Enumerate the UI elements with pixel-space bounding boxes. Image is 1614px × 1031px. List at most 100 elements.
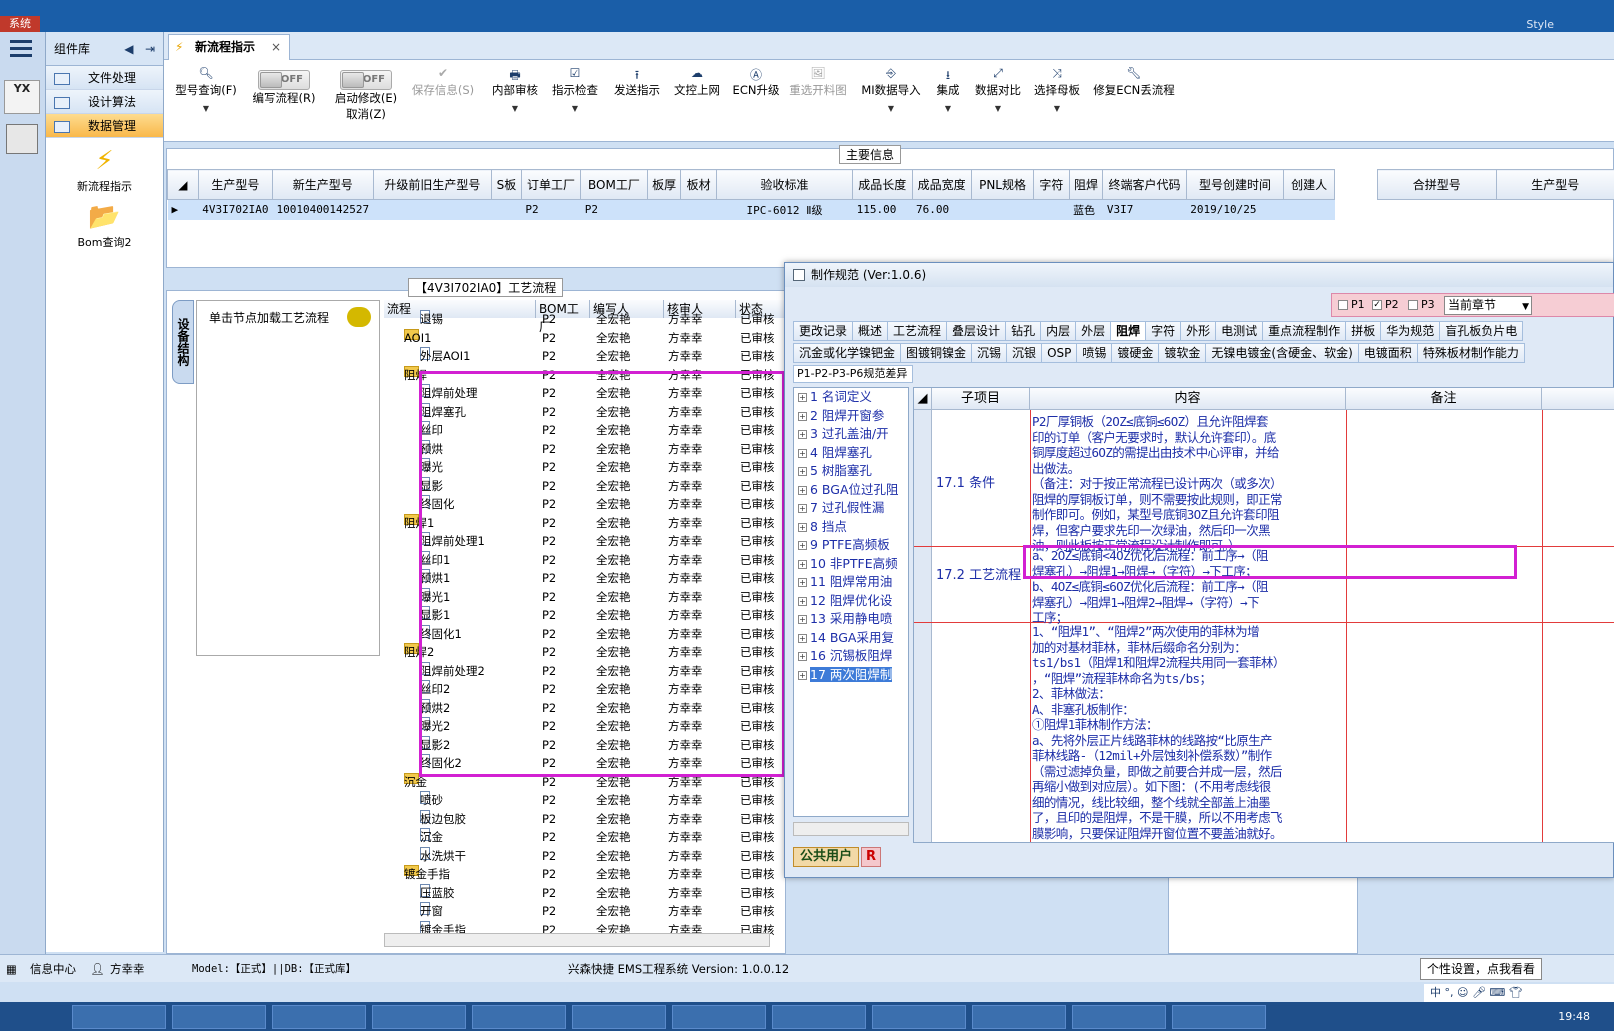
taskbar-app[interactable] (972, 1005, 1066, 1029)
expand-icon[interactable]: + (798, 670, 807, 680)
tool-bom-query2[interactable]: 📂 Bom查询2 (46, 202, 163, 250)
column-header[interactable]: 终端客户代码 (1102, 169, 1187, 200)
spec-tab[interactable]: 电镀面积 (1357, 343, 1418, 363)
mi-data-import-button[interactable]: ⎆ MI数据导入 ▼ (858, 66, 924, 113)
spec-tab[interactable]: 盲孔板负片电 (1439, 321, 1524, 341)
hamburger-menu-icon[interactable] (10, 40, 32, 58)
spec-tab[interactable]: 概述 (852, 321, 889, 341)
spec-tab[interactable]: 阻焊 (1110, 321, 1147, 341)
column-header[interactable]: 内容 (1030, 388, 1346, 410)
taskbar-app[interactable] (772, 1005, 866, 1029)
taskbar-app[interactable] (672, 1005, 766, 1029)
start-modify-toggle[interactable]: OFF 启动修改(E) 取消(Z) (328, 70, 404, 122)
tab-spec-difference[interactable]: P1-P2-P3-P6规范差异 (793, 365, 913, 383)
table-cell[interactable] (1283, 199, 1335, 220)
taskbar-app[interactable] (272, 1005, 366, 1029)
toc-item[interactable]: +4 阻焊塞孔 (794, 444, 908, 463)
column-header[interactable]: 板材 (680, 169, 717, 200)
doc-control-upload-button[interactable]: ☁ 文控上网 (670, 66, 724, 98)
table-cell[interactable] (1033, 199, 1070, 220)
ime-toolbar[interactable]: 中 °, ☺ 🎤︎ ⌨ 👕︎ (1424, 984, 1614, 1002)
toc-scrollbar[interactable] (793, 822, 909, 836)
taskbar-app[interactable] (872, 1005, 966, 1029)
toc-item[interactable]: +6 BGA位过孔阻 (794, 481, 908, 500)
column-header[interactable]: 创建人 (1283, 169, 1335, 200)
spec-tab[interactable]: OSP (1041, 343, 1078, 363)
list-item[interactable]: 退锡 P2 全宏艳 方幸幸 已审核 (384, 310, 786, 329)
table-cell[interactable]: P2 (521, 199, 581, 220)
table-cell[interactable]: 115.00 (852, 199, 912, 220)
system-menu[interactable]: 系统 (0, 16, 40, 32)
toc-item[interactable]: +3 过孔盖油/开 (794, 425, 908, 444)
close-tab-icon[interactable]: × (271, 35, 281, 59)
spec-tab[interactable]: 工艺流程 (887, 321, 948, 341)
select-motherboard-button[interactable]: ⤨ 选择母板 ▼ (1030, 66, 1084, 113)
spec-tab[interactable]: 重点流程制作 (1262, 321, 1347, 341)
data-compare-button[interactable]: ⤢ 数据对比 ▼ (972, 66, 1024, 113)
expand-icon[interactable]: + (798, 615, 807, 624)
spec-tab[interactable]: 字符 (1145, 321, 1182, 341)
info-center-label[interactable]: 信息中心 (30, 955, 76, 983)
collapse-arrows-icon[interactable]: ◀ ⇥ (124, 32, 155, 66)
table-cell[interactable]: P2 (580, 199, 648, 220)
spec-tab[interactable]: 沉银 (1006, 343, 1043, 363)
taskbar-app[interactable] (1172, 1005, 1266, 1029)
p1-checkbox[interactable]: P1 (1338, 298, 1365, 311)
expand-icon[interactable]: + (798, 596, 807, 606)
spec-tab[interactable]: 特殊板材制作能力 (1416, 343, 1525, 363)
table-cell[interactable] (373, 199, 492, 220)
list-item[interactable]: −AOI1P2全宏艳方幸幸已审核 (384, 328, 786, 348)
column-header[interactable]: 阻焊 (1068, 169, 1104, 200)
horizontal-scrollbar[interactable] (384, 933, 770, 947)
column-header[interactable]: 升级前旧生产型号 (372, 169, 493, 200)
nav-item-file-processing[interactable]: 文件处理 (46, 66, 163, 90)
toc-item[interactable]: +14 BGA采用复 (794, 629, 908, 648)
column-header[interactable]: 子项目 (932, 388, 1030, 410)
column-header[interactable]: 验收标准 (715, 169, 854, 200)
column-header[interactable]: 板厚 (646, 169, 682, 200)
send-instruction-button[interactable]: ⭱ 发送指示 (610, 66, 664, 98)
spec-tab[interactable]: 沉金或化学镍钯金 (793, 343, 902, 363)
table-cell[interactable] (647, 199, 681, 220)
column-header[interactable]: 生产型号 (197, 169, 273, 200)
column-header[interactable]: S板 (491, 169, 522, 200)
spec-tab[interactable]: 图镀铜镍金 (900, 343, 973, 363)
equipment-structure-tab[interactable]: 设备结构 (172, 300, 194, 384)
reselect-cutting-image-button[interactable]: 🖼 重选开料图 (786, 66, 850, 98)
column-header[interactable]: 字符 (1033, 169, 1070, 200)
table-cell[interactable]: 4V3I702IA0 (198, 199, 273, 220)
column-header[interactable]: 合拼型号 (1377, 169, 1497, 200)
list-item[interactable]: 压蓝胶 P2 全宏艳 方幸幸 已审核 (384, 883, 786, 903)
taskbar-app[interactable] (372, 1005, 466, 1029)
column-header[interactable]: 生产型号 (1495, 169, 1614, 200)
column-header[interactable]: 成品长度 (852, 169, 913, 200)
spec-tab[interactable]: 华为规范 (1380, 321, 1441, 341)
toc-item[interactable]: +9 PTFE高频板 (794, 536, 908, 555)
toc-item[interactable]: +5 树脂塞孔 (794, 462, 908, 481)
expand-icon[interactable]: + (798, 467, 807, 476)
column-header[interactable]: PNL规格 (970, 169, 1035, 200)
toc-item[interactable]: +7 过孔假性漏 (794, 499, 908, 518)
ecn-upgrade-button[interactable]: Ⓐ ECN升级 (730, 66, 782, 98)
expand-icon[interactable]: + (798, 448, 807, 458)
taskbar-app[interactable] (1072, 1005, 1166, 1029)
table-row[interactable]: ▶ 4V3I702IA0 10010400142527 P2 P2 IPC-6012 Ⅱ级… (167, 199, 1335, 220)
spec-tab[interactable]: 钻孔 (1005, 321, 1042, 341)
personalize-tooltip[interactable]: 个性设置，点我看看 (1420, 958, 1543, 980)
content-cell[interactable]: P2厂厚铜板（2OZ≤底铜≤6OZ）且允许阻焊套 印的订单（客户无要求时，默认允许… (1032, 414, 1344, 554)
dialog-title-bar[interactable]: 制作规范 (Ver:1.0.6) (785, 263, 1613, 287)
integration-button[interactable]: ⭳ 集成 ▼ (930, 66, 966, 113)
spec-tab[interactable]: 更改记录 (793, 321, 854, 341)
tab-new-flow-instruction[interactable]: ⚡ 新流程指示 × (168, 34, 290, 60)
spec-tab[interactable]: 无镍电镀金(含硬金、软金) (1205, 343, 1359, 363)
taskbar-app[interactable] (472, 1005, 566, 1029)
table-cell[interactable]: IPC-6012 Ⅱ级 (716, 199, 853, 220)
expand-icon[interactable]: + (798, 411, 807, 421)
style-label[interactable]: Style (1526, 18, 1554, 31)
taskbar-app[interactable] (572, 1005, 666, 1029)
taskbar-clock[interactable]: 19:48 (1558, 1010, 1590, 1023)
write-flow-switch[interactable]: OFF (258, 70, 310, 90)
column-header[interactable]: 成品宽度 (911, 169, 972, 200)
column-header[interactable]: 备注 (1346, 388, 1542, 410)
table-cell[interactable]: 蓝色 (1069, 199, 1103, 220)
